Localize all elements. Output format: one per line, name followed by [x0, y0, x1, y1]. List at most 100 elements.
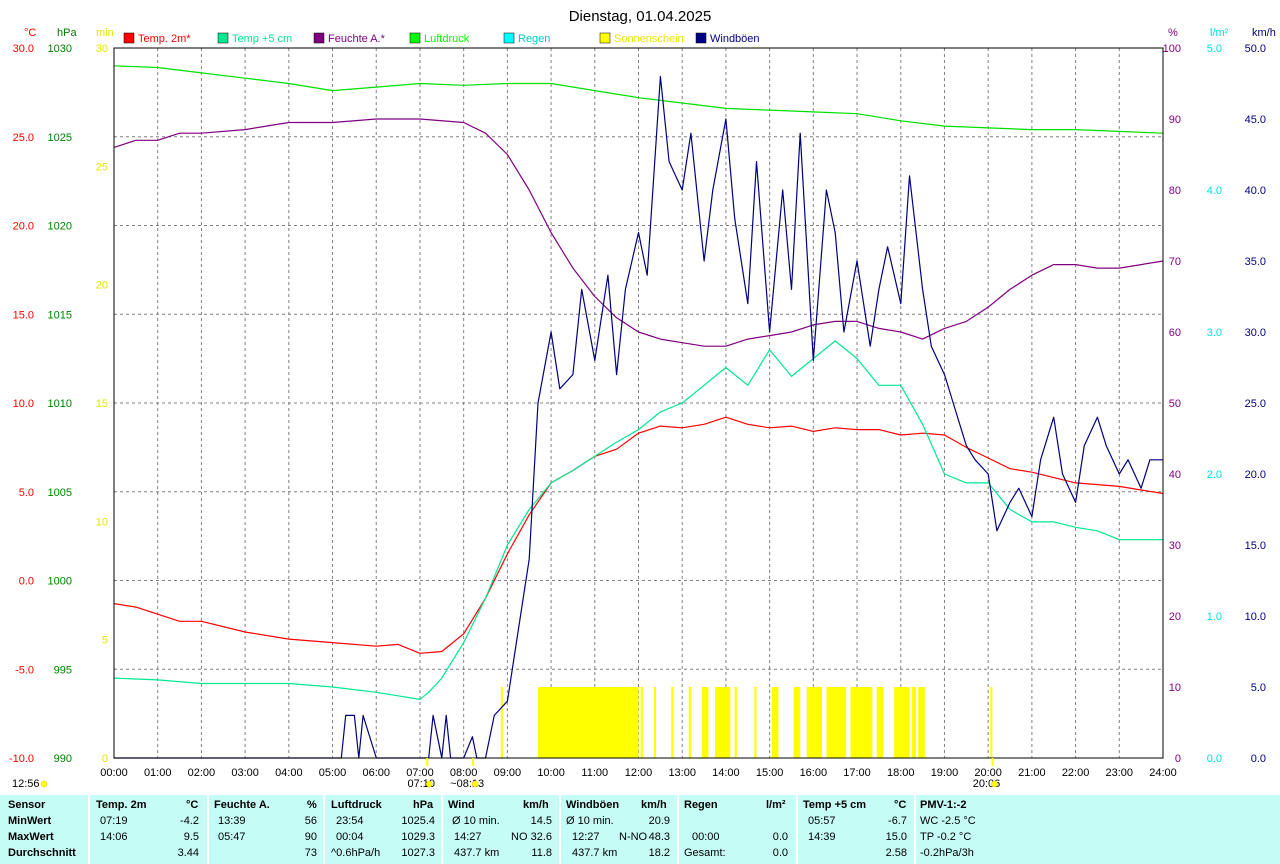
sun-marker-icon — [991, 780, 998, 788]
temp-min-time: 07:19 — [100, 815, 128, 827]
weather-chart: -10.0 -5.0 0.0 5.0 10.0 15.0 20.0 25.0 30.0 °C 990… — [9, 8, 1276, 790]
rain-tick-label: 1.0 — [1207, 611, 1222, 623]
pmv-header: PMV-1:-2 — [920, 799, 967, 811]
row-avg-label: Durchschnitt — [8, 847, 76, 859]
axes: -10.0 -5.0 0.0 5.0 10.0 15.0 20.0 25.0 30.0 °C 990… — [9, 27, 1276, 790]
gust-header: Windböen — [566, 799, 620, 811]
legend-label: Windböen — [710, 33, 760, 45]
sun_minutes-tick-label: 10 — [96, 516, 108, 528]
sun_minutes-tick-label: 30 — [96, 43, 108, 55]
temp-tick-label: 30.0 — [13, 43, 34, 55]
x-tick-label: 19:00 — [931, 767, 959, 779]
wind-max-value: 32.6 — [530, 831, 552, 843]
x-tick-label: 04:00 — [275, 767, 303, 779]
humidity-tick-label: 30 — [1169, 540, 1181, 552]
sun_minutes-tick-label: 20 — [96, 280, 108, 292]
temp-tick-label: 5.0 — [19, 487, 34, 499]
humidity-tick-label: 90 — [1169, 114, 1181, 126]
wind-unit-label: km/h — [1252, 27, 1276, 39]
humidity-tick-label: 20 — [1169, 611, 1181, 623]
rain-tick-label: 0.0 — [1207, 753, 1222, 765]
t5-avg-value: 2.58 — [885, 847, 907, 859]
press-trend: ^0.6hPa/h — [331, 847, 381, 859]
sunshine-bar — [714, 687, 731, 758]
legend-swatch — [313, 32, 325, 44]
wind-unit: km/h — [523, 799, 549, 811]
rain-max-value: 0.0 — [772, 831, 788, 843]
wind-avg-value: 11.8 — [531, 847, 552, 859]
hum-header: Feuchte A. — [214, 799, 270, 811]
press-min-value: 1025.4 — [401, 815, 435, 827]
sunshine-bar — [537, 687, 639, 758]
pressure-tick-label: 1015 — [48, 309, 72, 321]
sunshine-bar — [806, 687, 823, 758]
sun_minutes-tick-label: 25 — [96, 161, 108, 173]
x-tick-label: 22:00 — [1062, 767, 1090, 779]
sunshine-bar — [640, 687, 643, 758]
sunshine-bar — [894, 687, 910, 758]
pressure-tick-label: 1000 — [48, 576, 72, 588]
hum-min-value: 56 — [304, 815, 317, 827]
gust-distance: 437.7 km — [572, 847, 618, 859]
press-max-time: 00:04 — [336, 831, 364, 843]
pressure-tick-label: 1010 — [48, 398, 72, 410]
t5-unit: °C — [894, 799, 907, 811]
humidity-tick-label: 0 — [1175, 753, 1181, 765]
legend: Temp. 2m* Temp +5 cm Feuchte A.* Luftdruck R… — [123, 32, 760, 45]
pressure-unit-label: hPa — [57, 27, 77, 39]
x-tick-label: 13:00 — [668, 767, 696, 779]
pmv-tp: TP -0.2 °C — [920, 831, 972, 843]
humidity-unit-label: % — [1168, 27, 1178, 39]
time-marker-label: ~08:13 — [450, 778, 484, 790]
t5-min-value: -6.7 — [888, 815, 907, 827]
pressure-tick-label: 1025 — [48, 132, 72, 144]
gust-avg-value: 18.2 — [648, 847, 670, 859]
wind-tick-label: 25.0 — [1245, 398, 1266, 410]
legend-label: Feuchte A.* — [328, 33, 386, 45]
sun-marker-icon — [40, 780, 48, 788]
pressure-tick-label: 1030 — [48, 43, 72, 55]
t5-max-value: 15.0 — [885, 831, 907, 843]
rain-total-label: Gesamt: — [684, 847, 726, 859]
wind-tick-label: 35.0 — [1245, 256, 1266, 268]
sunshine-bar — [911, 687, 917, 758]
x-tick-label: 16:00 — [800, 767, 828, 779]
temp-min-value: -4.2 — [180, 815, 199, 827]
press-min-time: 23:54 — [336, 815, 364, 827]
wind-tick-label: 20.0 — [1245, 469, 1266, 481]
wind-tick-label: 5.0 — [1251, 682, 1266, 694]
chart-title: Dienstag, 01.04.2025 — [569, 8, 712, 25]
sunshine-bar — [671, 687, 674, 758]
sunshine-bar — [500, 687, 503, 758]
hum-avg-value: 73 — [304, 847, 317, 859]
sunshine-bar — [990, 687, 993, 758]
sun_minutes-tick-label: 0 — [102, 753, 108, 765]
sunshine-bar — [688, 687, 691, 758]
x-tick-label: 01:00 — [144, 767, 172, 779]
x-tick-label: 10:00 — [537, 767, 565, 779]
hum-max-time: 05:47 — [218, 831, 246, 843]
x-tick-label: 23:00 — [1106, 767, 1134, 779]
sunshine-bar — [876, 687, 884, 758]
temp-unit: °C — [186, 799, 199, 811]
x-tick-label: 15:00 — [756, 767, 784, 779]
t5-min-time: 05:57 — [808, 815, 836, 827]
x-tick-label: 17:00 — [843, 767, 871, 779]
x-tick-label: 14:00 — [712, 767, 740, 779]
rain-total-value: 0.0 — [772, 847, 788, 859]
sun-marker-icon — [425, 780, 433, 788]
rain-unit: l/m² — [766, 799, 786, 811]
hum-unit: % — [307, 799, 317, 811]
sun_minutes-unit-label: min — [96, 27, 114, 39]
gust-avg10-label: Ø 10 min. — [566, 815, 614, 827]
series-line-luftdruck — [113, 65, 1164, 134]
legend-swatch — [409, 32, 421, 44]
legend-swatch — [503, 32, 515, 44]
wind-tick-label: 10.0 — [1245, 611, 1266, 623]
sunshine-bar — [653, 687, 656, 758]
gust-unit: km/h — [641, 799, 667, 811]
time-marker-label: 12:56 — [12, 778, 40, 790]
hum-max-value: 90 — [304, 831, 317, 843]
temp-unit-label: °C — [24, 27, 36, 39]
rain-unit-label: l/m² — [1210, 27, 1229, 39]
